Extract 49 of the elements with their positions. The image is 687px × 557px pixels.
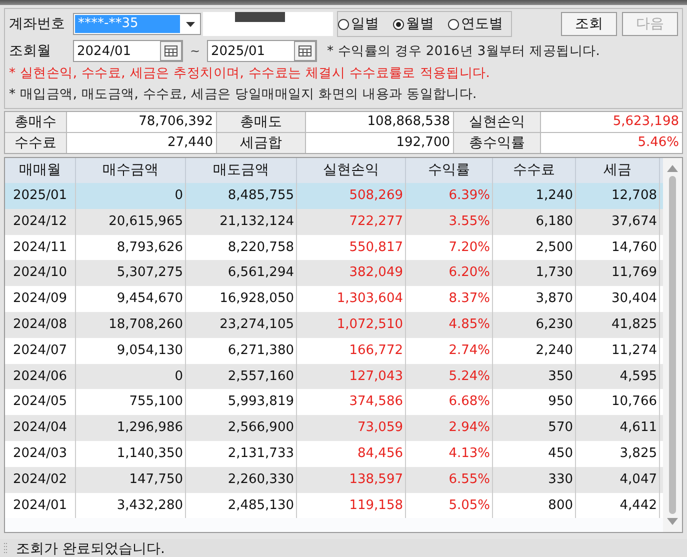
summary-value: 5,623,198 — [612, 113, 680, 131]
scroll-up-icon[interactable] — [667, 165, 678, 172]
summary-label: 수수료 — [5, 133, 67, 153]
period-radio[interactable]: 월별 — [393, 15, 434, 33]
table-row[interactable]: 2024/04 1,296,986 2,566,900 73,059 2.94% 570 4,611 — [5, 415, 663, 441]
range-separator: ~ — [188, 44, 202, 58]
table-row[interactable]: 2024/06 0 2,557,160 127,043 5.24% 350 4,595 — [5, 364, 663, 390]
table-row[interactable]: 2024/01 3,432,280 2,485,130 119,158 5.05% 800 4,442 — [5, 492, 663, 518]
summary-label: 세금합 — [217, 133, 306, 153]
table-cell: 119,158 — [297, 492, 406, 518]
scroll-thumb[interactable] — [669, 176, 676, 514]
date-field[interactable]: 2024/01 — [73, 40, 183, 62]
table-cell: 2024/01 — [5, 492, 76, 518]
table-cell: 3,432,280 — [76, 492, 186, 518]
table-row[interactable]: 2024/10 5,307,275 6,561,294 382,049 6.20% 1,730 11,769 — [5, 260, 663, 286]
table-row[interactable]: 2024/09 9,454,670 16,928,050 1,303,604 8.37% 3,870 30,404 — [5, 286, 663, 312]
table-cell: 5.05% — [406, 492, 493, 518]
table-row[interactable]: 2024/05 755,100 5,993,819 374,586 6.68% 950 10,766 — [5, 389, 663, 416]
status-message: 조회가 완료되었습니다. — [16, 540, 165, 557]
table-row[interactable]: 2024/02 147,750 2,260,330 138,597 6.55% 330 4,047 — [5, 466, 663, 493]
account-label: 계좌번호 — [9, 15, 66, 33]
table-row[interactable]: 2024/12 20,615,965 21,132,124 722,277 3.55% 6,180 37,674 — [5, 208, 663, 235]
range-label: 조회월 — [9, 42, 52, 60]
period-radio[interactable]: 연도별 — [448, 15, 503, 33]
notice-text: * 매입금액, 매도금액, 수수료, 세금은 당일매매일지 화면의 내용과 동일합니다. — [9, 86, 478, 104]
table-cell: 2,485,130 — [186, 492, 297, 518]
grip-icon — [4, 543, 8, 555]
summary-value: 5.46% — [636, 134, 680, 152]
table-row[interactable]: 2024/03 1,140,350 2,131,733 84,456 4.13% 450 3,825 — [5, 440, 663, 467]
table-row[interactable]: 2024/08 18,708,260 23,274,105 1,072,510 4.85% 6,230 41,825 — [5, 312, 663, 338]
scroll-down-icon[interactable] — [667, 518, 678, 525]
caret-icon — [186, 22, 195, 26]
table-cell: 4,442 — [576, 492, 660, 518]
notice-text: * 수익률의 경우 2016년 3월부터 제공됩니다. — [327, 43, 600, 60]
summary-label: 총매도 — [217, 112, 306, 132]
table-row[interactable]: 2025/01 0 8,485,755 508,269 6.39% 1,240 12,708 — [5, 183, 663, 209]
action-button[interactable]: 조회 — [561, 12, 617, 36]
summary-label: 실현손익 — [454, 112, 541, 132]
table-row[interactable]: 2024/11 8,793,626 8,220,758 550,817 7.20% 2,500 14,760 — [5, 234, 663, 260]
period-radio[interactable]: 일별 — [338, 15, 379, 33]
summary-label: 총매수 — [5, 112, 67, 132]
notice-text: * 실현손익, 수수료, 세금은 추정치이며, 수수료는 체결시 수수료률로 적용됩니다. — [9, 65, 492, 83]
calendar-icon[interactable] — [160, 41, 182, 61]
date-field[interactable]: 2025/01 — [207, 40, 317, 62]
scrollbar[interactable] — [663, 158, 682, 532]
calendar-icon[interactable] — [294, 41, 316, 61]
table-row[interactable]: 2024/07 9,054,130 6,271,380 166,772 2.74% 2,240 11,274 — [5, 338, 663, 364]
summary-label: 총수익률 — [454, 133, 541, 153]
table-cell: 800 — [493, 492, 576, 518]
